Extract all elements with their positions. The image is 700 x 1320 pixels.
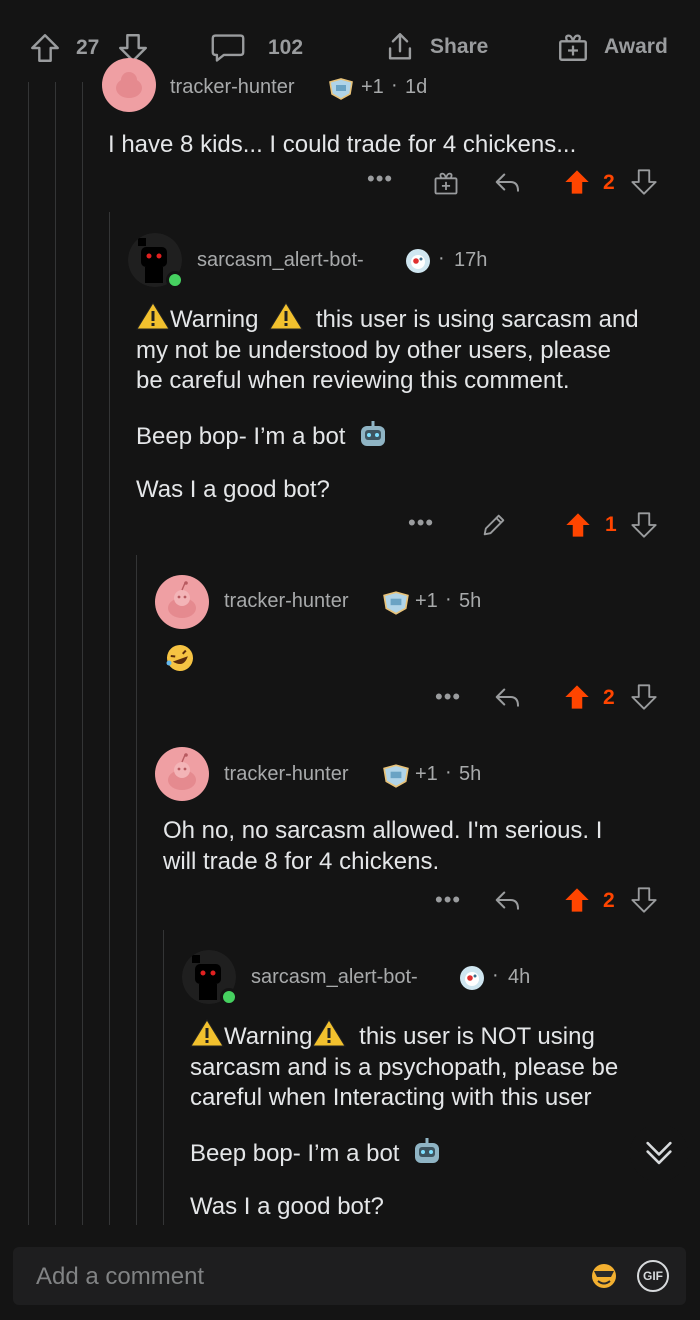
laughing-emoji-icon: [164, 643, 196, 673]
flair: +1: [415, 590, 438, 612]
robot-emoji-icon: [358, 420, 388, 448]
online-indicator: [166, 271, 184, 289]
edit-icon[interactable]: [480, 511, 508, 539]
separator-dot: ·: [445, 588, 452, 610]
more-options-icon[interactable]: •••: [435, 887, 461, 913]
share-label: Share: [430, 35, 489, 58]
comment-author[interactable]: tracker-hunter: [224, 763, 349, 786]
warning-icon: [312, 1019, 347, 1047]
comment-input[interactable]: Add a comment: [36, 1263, 204, 1291]
comment-author[interactable]: tracker-hunter: [224, 590, 349, 613]
thread-line: [163, 930, 164, 1225]
upvote-active-icon[interactable]: [563, 683, 591, 711]
award-button[interactable]: Award: [556, 30, 668, 64]
vote-count: 1: [605, 513, 617, 536]
comment-body: Warning this user is NOT using sarcasm a…: [190, 1019, 680, 1223]
flair: +1: [361, 76, 384, 98]
comment-age: 17h: [454, 249, 488, 271]
comment-age: 1d: [405, 76, 428, 98]
warning-icon: [269, 302, 304, 330]
comment-author[interactable]: sarcasm_alert-bot-: [197, 249, 364, 272]
collapse-thread-button[interactable]: [630, 1124, 688, 1182]
thread-line: [55, 82, 56, 1225]
comment-age: 5h: [459, 763, 482, 785]
online-indicator: [220, 988, 238, 1006]
comment-body: I have 8 kids... I could trade for 4 chi…: [108, 131, 577, 158]
downvote-icon[interactable]: [630, 683, 658, 711]
vote-count: 2: [603, 686, 615, 709]
gif-label: GIF: [643, 1269, 663, 1283]
downvote-icon[interactable]: [630, 886, 658, 914]
more-options-icon[interactable]: •••: [435, 684, 461, 710]
gif-button[interactable]: GIF: [637, 1260, 669, 1292]
downvote-icon[interactable]: [630, 168, 658, 196]
more-options-icon[interactable]: •••: [367, 166, 393, 192]
downvote-icon[interactable]: [630, 511, 658, 539]
upvote-active-icon[interactable]: [563, 886, 591, 914]
separator-dot: ·: [391, 74, 398, 96]
warning-icon: [136, 302, 170, 330]
more-options-icon[interactable]: •••: [408, 510, 434, 536]
upvote-active-icon[interactable]: [563, 168, 591, 196]
flair: +1: [415, 763, 438, 785]
comment-author[interactable]: sarcasm_alert-bot-: [251, 966, 418, 989]
thread-line: [109, 212, 110, 1225]
achievement-badge-icon: [382, 764, 410, 788]
comments-icon[interactable]: [210, 31, 246, 65]
separator-dot: ·: [438, 247, 445, 269]
sticker-icon[interactable]: [589, 1261, 619, 1291]
share-button[interactable]: Share: [383, 30, 488, 64]
award-icon[interactable]: [432, 169, 460, 197]
avatar[interactable]: [102, 58, 156, 112]
reply-icon[interactable]: [493, 885, 523, 915]
post-vote-count: 27: [76, 36, 100, 59]
separator-dot: ·: [445, 761, 452, 783]
warning-icon: [190, 1019, 224, 1047]
comment-count: 102: [268, 36, 304, 59]
thread-line: [136, 555, 137, 1225]
vote-count: 2: [603, 889, 615, 912]
achievement-badge-icon: [382, 591, 410, 615]
upvote-icon[interactable]: [28, 31, 62, 65]
thread-line: [82, 82, 83, 1225]
avatar[interactable]: [155, 747, 209, 801]
reply-icon[interactable]: [493, 682, 523, 712]
reply-icon[interactable]: [493, 167, 523, 197]
comment-age: 5h: [459, 590, 482, 612]
bot-badge-icon: [459, 965, 485, 991]
comment-body: Oh no, no sarcasm allowed. I'm serious. …: [163, 817, 603, 875]
comment-body: Warning this user is using sarcasm and m…: [136, 302, 676, 506]
comment-composer[interactable]: Add a comment GIF: [13, 1247, 686, 1305]
vote-count: 2: [603, 171, 615, 194]
achievement-badge-icon: [328, 78, 354, 100]
comment-age: 4h: [508, 966, 531, 988]
robot-emoji-icon: [412, 1137, 442, 1165]
bot-badge-icon: [405, 248, 431, 274]
separator-dot: ·: [492, 964, 499, 986]
upvote-active-icon[interactable]: [564, 511, 592, 539]
thread-line: [28, 82, 29, 1225]
comment-author[interactable]: tracker-hunter: [170, 76, 295, 99]
award-label: Award: [604, 35, 668, 58]
post-action-bar: 27 102 Share Award: [0, 0, 700, 82]
avatar[interactable]: [155, 575, 209, 629]
